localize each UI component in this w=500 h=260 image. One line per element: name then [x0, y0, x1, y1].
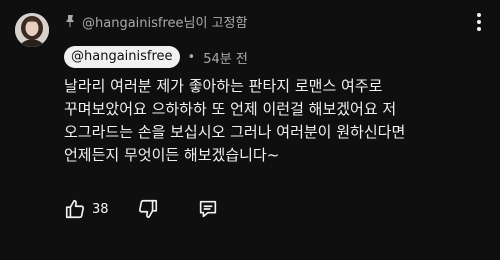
comment-line: 날라리 여러분 제가 좋아하는 판타지 로맨스 여주로	[64, 77, 383, 95]
avatar-image	[15, 13, 49, 47]
author-handle-chip[interactable]: @hangainisfree	[64, 46, 180, 68]
comment-line: 꾸며보았어요 으하하하 또 언제 이런걸 해보겠어요 저	[64, 100, 397, 118]
comment-actions: 38	[64, 196, 219, 222]
reply-button[interactable]	[197, 198, 219, 220]
comment-icon	[197, 198, 219, 220]
like-count: 38	[92, 201, 109, 217]
thumbs-up-icon	[64, 198, 86, 220]
separator-dot: •	[187, 49, 196, 65]
avatar[interactable]	[15, 13, 49, 47]
pinned-label: @hangainisfree님이 고정함	[82, 15, 248, 31]
comment-text: 날라리 여러분 제가 좋아하는 판타지 로맨스 여주로 꾸며보았어요 으하하하 …	[64, 75, 494, 167]
comment-line: 오그라드는 손을 보십시오 그러나 여러분이 원하신다면	[64, 123, 406, 141]
like-button[interactable]: 38	[64, 198, 109, 220]
comment-line: 언제든지 무엇이든 해보겠습니다~	[64, 146, 280, 164]
pinned-header: @hangainisfree님이 고정함	[64, 10, 247, 32]
pin-icon	[64, 14, 76, 28]
thumbs-down-icon	[137, 198, 159, 220]
more-vertical-icon[interactable]	[476, 12, 482, 32]
comment-header: @hangainisfree • 54분 전	[64, 45, 248, 69]
dislike-button[interactable]	[137, 198, 159, 220]
timestamp[interactable]: 54분 전	[203, 48, 248, 67]
